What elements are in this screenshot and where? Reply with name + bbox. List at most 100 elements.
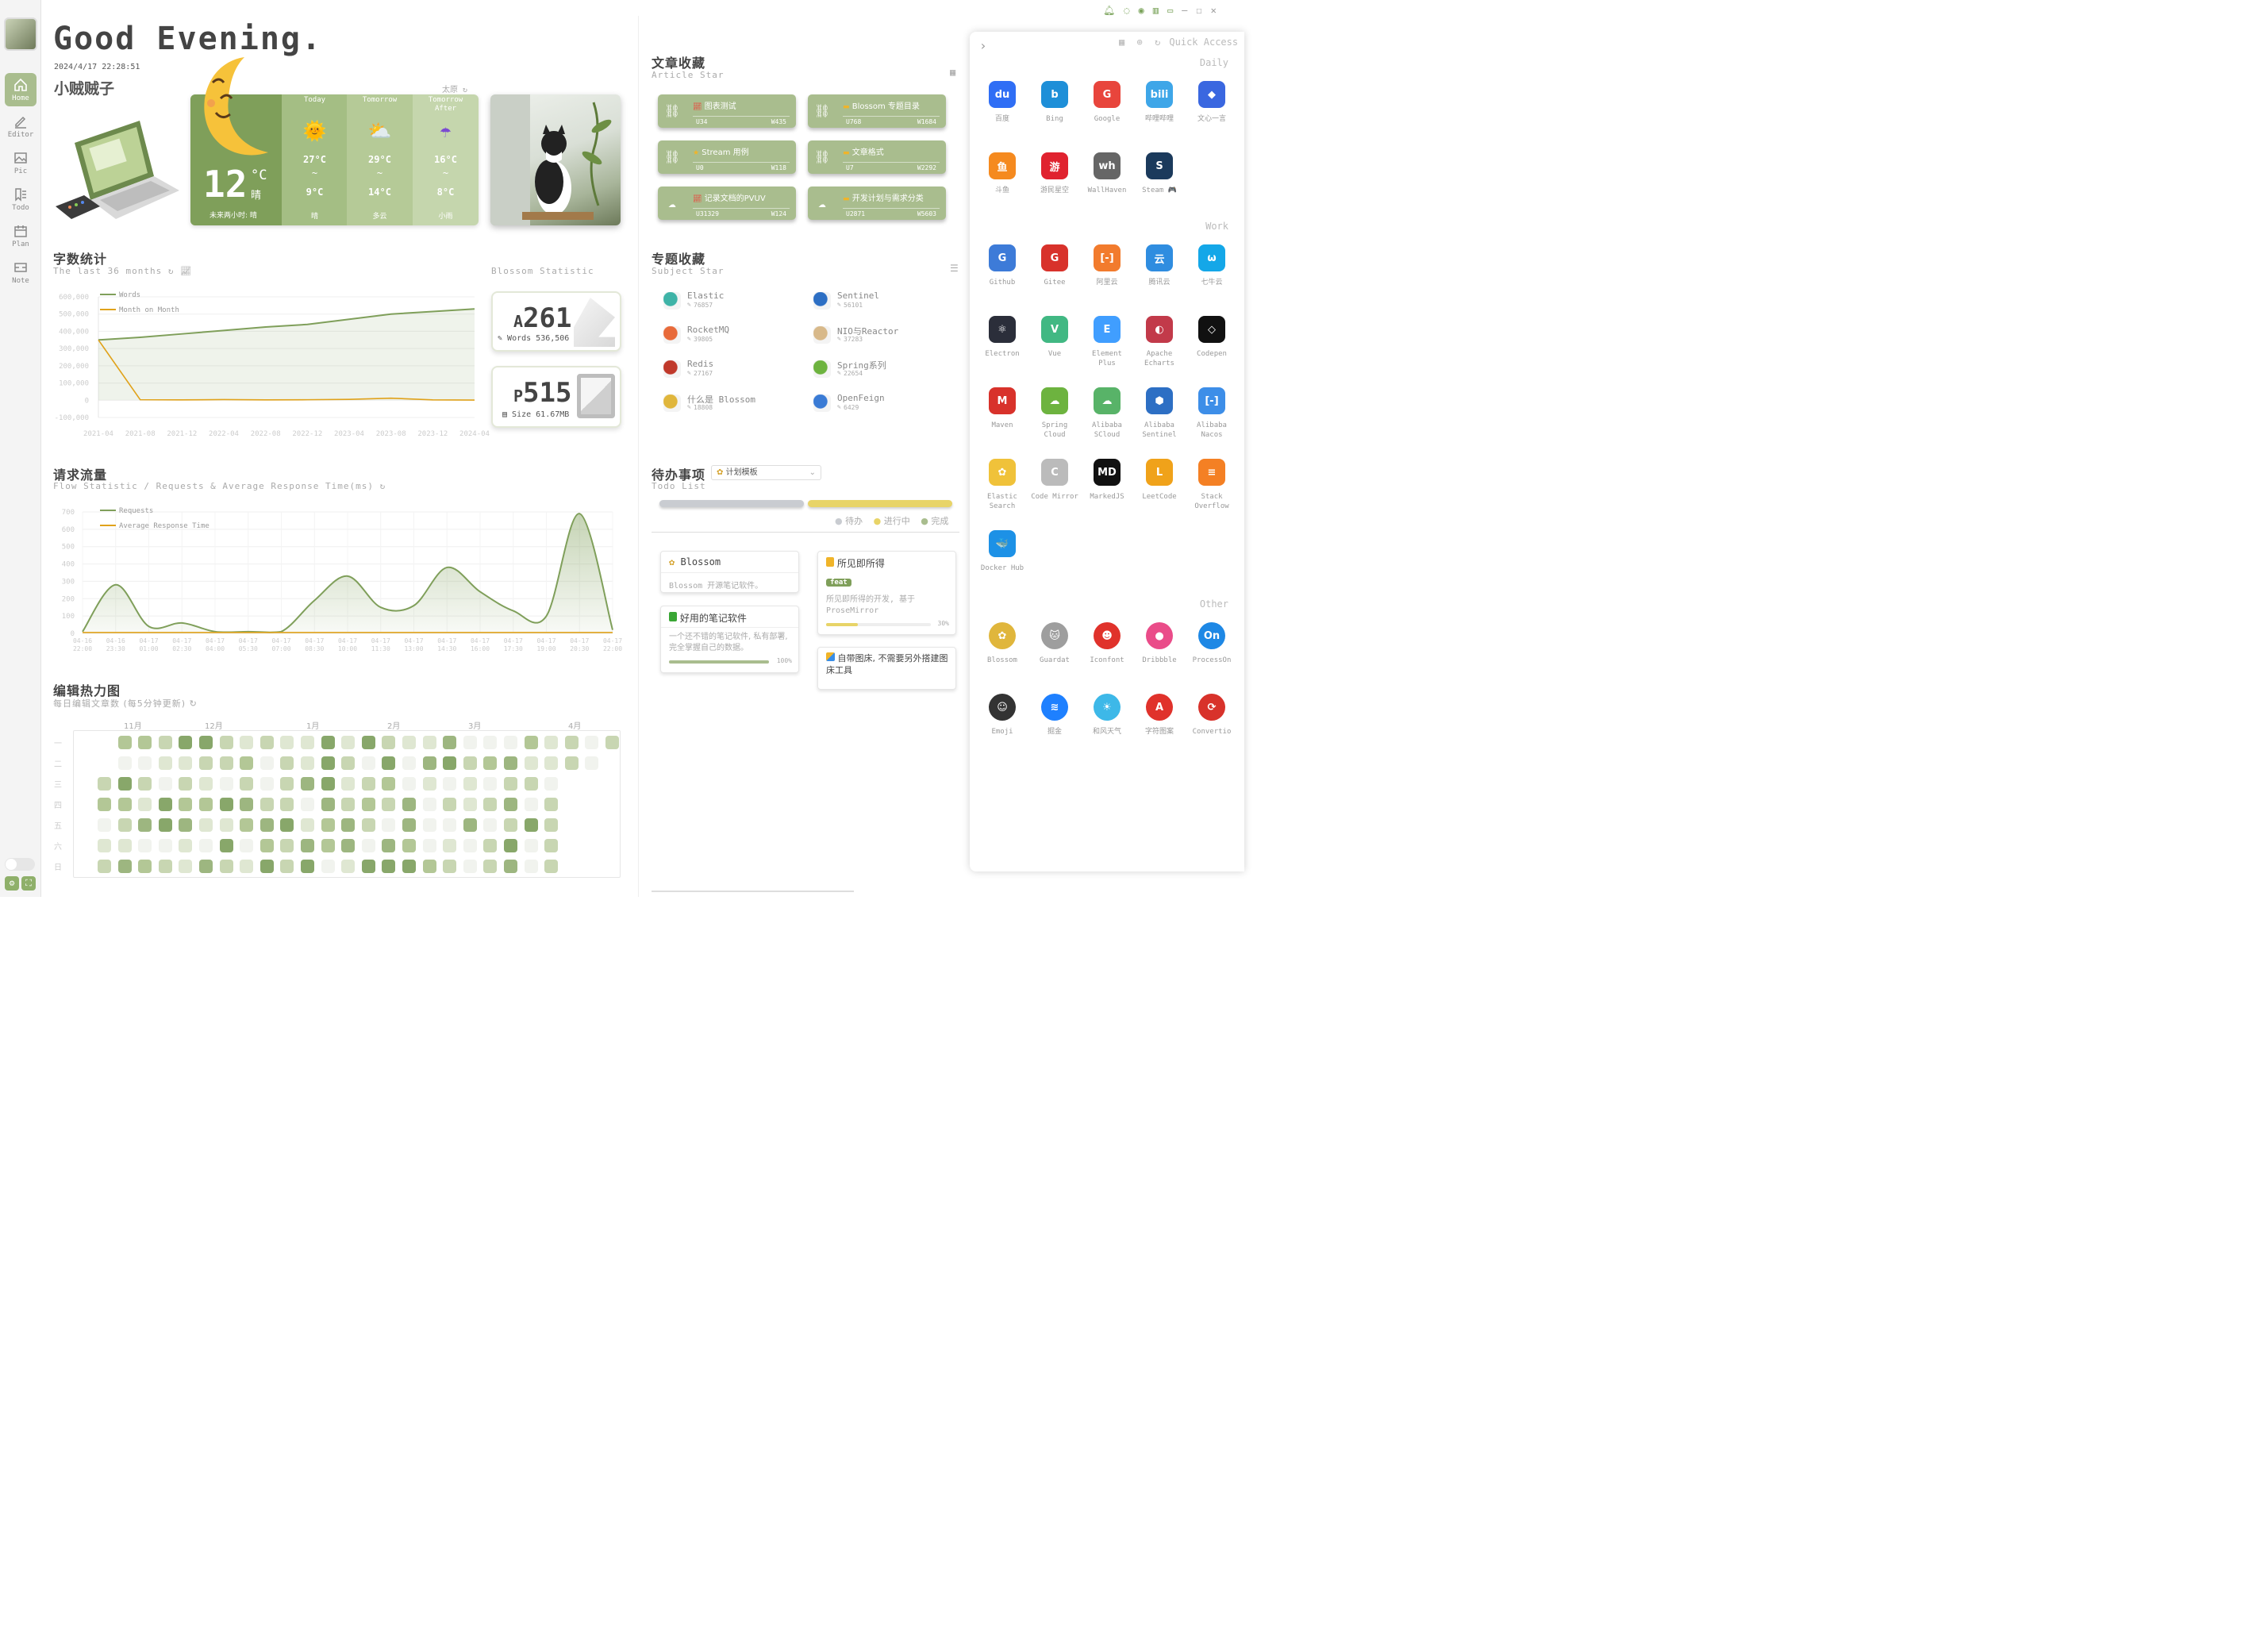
- quick-link[interactable]: ω 七牛云: [1188, 244, 1236, 287]
- heatmap-cell[interactable]: [219, 777, 233, 791]
- heatmap-cell[interactable]: [259, 839, 274, 852]
- heatmap-cell[interactable]: [240, 839, 254, 852]
- heatmap-cell[interactable]: [321, 736, 335, 749]
- heatmap-cell[interactable]: [117, 756, 132, 770]
- heatmap-cell[interactable]: [179, 798, 193, 811]
- heatmap-cell[interactable]: [341, 777, 356, 791]
- heatmap-cell[interactable]: [463, 756, 477, 770]
- heatmap-cell[interactable]: [280, 818, 294, 832]
- heatmap-cell[interactable]: [402, 839, 416, 852]
- quick-link[interactable]: ◐ Apache Echarts: [1136, 316, 1183, 368]
- maximize-icon[interactable]: ☐: [1196, 5, 1201, 17]
- heatmap-cell[interactable]: [544, 860, 559, 873]
- heatmap-cell[interactable]: [361, 736, 375, 749]
- heatmap-cell[interactable]: [240, 860, 254, 873]
- quick-link[interactable]: ≋ 掘金: [1031, 694, 1078, 737]
- heatmap-cell[interactable]: [98, 839, 111, 852]
- record-icon[interactable]: ◉: [1138, 5, 1144, 17]
- quick-link[interactable]: ◇ Codepen: [1188, 316, 1236, 359]
- quick-link[interactable]: 🐱 Guardat: [1031, 622, 1078, 665]
- heatmap-cell[interactable]: [483, 860, 498, 873]
- subject-item[interactable]: Redis 27167 ✎: [663, 357, 806, 386]
- quick-link[interactable]: G Gitee: [1031, 244, 1078, 287]
- heatmap-cell[interactable]: [98, 798, 111, 811]
- heatmap-cell[interactable]: [585, 736, 599, 749]
- grid-icon[interactable]: ▦: [1119, 37, 1124, 48]
- heatmap-cell[interactable]: [321, 798, 335, 811]
- heatmap-cell[interactable]: [199, 736, 213, 749]
- heatmap-cell[interactable]: [117, 777, 132, 791]
- avatar[interactable]: [4, 17, 37, 51]
- subject-item[interactable]: Spring系列 22654 ✎: [813, 357, 956, 386]
- chat-icon[interactable]: ◌: [1124, 5, 1129, 17]
- heatmap-cell[interactable]: [301, 839, 314, 852]
- heatmap-cell[interactable]: [504, 818, 517, 832]
- heatmap-cell[interactable]: [524, 839, 538, 852]
- quick-link[interactable]: ☁ Spring Cloud: [1031, 387, 1078, 440]
- refresh-icon[interactable]: ↻: [190, 698, 198, 709]
- heatmap-cell[interactable]: [361, 756, 375, 770]
- heatmap-cell[interactable]: [463, 860, 477, 873]
- refresh-icon[interactable]: ↻: [168, 266, 175, 276]
- refresh-icon[interactable]: ↻: [1155, 37, 1160, 48]
- heatmap-cell[interactable]: [422, 736, 436, 749]
- heatmap-cell[interactable]: [382, 839, 396, 852]
- heatmap-cell[interactable]: [402, 860, 416, 873]
- heatmap-cell[interactable]: [402, 798, 416, 811]
- subject-item[interactable]: RocketMQ 39805 ✎: [663, 323, 806, 352]
- subject-item[interactable]: OpenFeign 6429 ✎: [813, 391, 956, 420]
- heatmap-cell[interactable]: [199, 839, 213, 852]
- heatmap-cell[interactable]: [341, 798, 356, 811]
- heatmap-cell[interactable]: [138, 798, 152, 811]
- theme-toggle[interactable]: [5, 858, 35, 871]
- quick-link[interactable]: ☀ 和风天气: [1083, 694, 1131, 737]
- heatmap-cell[interactable]: [402, 736, 416, 749]
- heatmap-cell[interactable]: [402, 756, 416, 770]
- subject-item[interactable]: NIO与Reactor 37283 ✎: [813, 323, 956, 352]
- heatmap-cell[interactable]: [219, 798, 233, 811]
- quick-link[interactable]: ◆ 文心一言: [1188, 81, 1236, 124]
- heatmap-cell[interactable]: [483, 777, 498, 791]
- sidebar-item-note[interactable]: Note: [5, 256, 37, 289]
- minimize-icon[interactable]: —: [1182, 5, 1187, 17]
- heatmap-cell[interactable]: [179, 839, 193, 852]
- close-icon[interactable]: ✕: [1211, 5, 1217, 17]
- heatmap-cell[interactable]: [524, 798, 538, 811]
- heatmap-cell[interactable]: [564, 736, 579, 749]
- todo-card-imagehost[interactable]: 自带图床, 不需要另外搭建图床工具: [817, 647, 956, 690]
- heatmap-cell[interactable]: [240, 756, 254, 770]
- heatmap-cell[interactable]: [179, 860, 193, 873]
- heatmap-cell[interactable]: [117, 798, 132, 811]
- heatmap-cell[interactable]: [259, 818, 274, 832]
- heatmap-cell[interactable]: [179, 756, 193, 770]
- heatmap-cell[interactable]: [443, 798, 457, 811]
- heatmap-cell[interactable]: [199, 818, 213, 832]
- heatmap-cell[interactable]: [524, 818, 538, 832]
- quick-link[interactable]: [-] Alibaba Nacos: [1188, 387, 1236, 440]
- quick-link[interactable]: ⬢ Alibaba Sentinel: [1136, 387, 1183, 440]
- add-icon[interactable]: ⊕: [1136, 37, 1142, 48]
- quick-link[interactable]: b Bing: [1031, 81, 1078, 124]
- heatmap-cell[interactable]: [382, 798, 396, 811]
- heatmap-cell[interactable]: [321, 839, 335, 852]
- heatmap-cell[interactable]: [219, 860, 233, 873]
- heatmap-cell[interactable]: [158, 777, 172, 791]
- heatmap-cell[interactable]: [361, 818, 375, 832]
- heatmap-cell[interactable]: [158, 736, 172, 749]
- heatmap-cell[interactable]: [199, 860, 213, 873]
- heatmap-cell[interactable]: [504, 756, 517, 770]
- heatmap-cell[interactable]: [341, 818, 356, 832]
- heatmap-cell[interactable]: [321, 777, 335, 791]
- heatmap-cell[interactable]: [341, 839, 356, 852]
- heatmap-cell[interactable]: [98, 818, 111, 832]
- heatmap-cell[interactable]: [422, 818, 436, 832]
- heatmap-cell[interactable]: [605, 736, 619, 749]
- heatmap-cell[interactable]: [138, 839, 152, 852]
- article-card[interactable]: ⛓ ▬ 文章格式 U7 W2292: [808, 140, 946, 174]
- heatmap-cell[interactable]: [463, 818, 477, 832]
- monitor-icon[interactable]: ▭: [1167, 5, 1173, 17]
- heatmap-cell[interactable]: [341, 736, 356, 749]
- heatmap-cell[interactable]: [219, 756, 233, 770]
- sidebar-item-pic[interactable]: Pic: [5, 146, 37, 179]
- heatmap-cell[interactable]: [321, 756, 335, 770]
